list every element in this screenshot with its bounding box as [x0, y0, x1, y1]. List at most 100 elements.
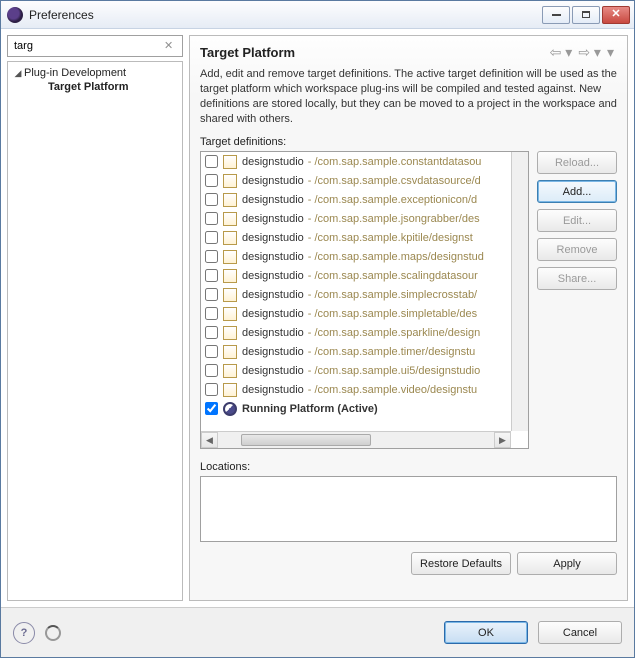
page-description: Add, edit and remove target definitions.…: [200, 67, 617, 126]
target-checkbox[interactable]: [205, 345, 218, 358]
target-path: - /com.sap.sample.ui5/designstudio: [308, 365, 480, 377]
scroll-thumb[interactable]: [241, 434, 371, 446]
target-name: Running Platform (Active): [242, 403, 378, 415]
target-checkbox[interactable]: [205, 174, 218, 187]
close-button[interactable]: ✕: [602, 6, 630, 24]
target-name: designstudio: [242, 308, 304, 320]
target-path: - /com.sap.sample.scalingdatasour: [308, 270, 478, 282]
maximize-button[interactable]: [572, 6, 600, 24]
target-path: - /com.sap.sample.simplecrosstab/: [308, 289, 477, 301]
content-panel: Target Platform ⇦ ▾ ⇨ ▾ ▾ Add, edit and …: [189, 35, 628, 601]
target-path: - /com.sap.sample.sparkline/design: [308, 327, 480, 339]
target-checkbox[interactable]: [205, 288, 218, 301]
target-definition-row[interactable]: designstudio - /com.sap.sample.simpletab…: [201, 304, 511, 323]
locations-box: [200, 476, 617, 542]
add-button[interactable]: Add...: [537, 180, 617, 203]
page-title: Target Platform: [200, 45, 547, 60]
target-checkbox[interactable]: [205, 364, 218, 377]
horizontal-scrollbar[interactable]: ◀ ▶: [201, 431, 511, 448]
target-checkbox[interactable]: [205, 269, 218, 282]
target-definition-row[interactable]: designstudio - /com.sap.sample.maps/desi…: [201, 247, 511, 266]
target-name: designstudio: [242, 232, 304, 244]
target-file-icon: [222, 382, 238, 398]
target-path: - /com.sap.sample.exceptionicon/d: [308, 194, 477, 206]
tree-item-label: Target Platform: [48, 81, 128, 93]
target-name: designstudio: [242, 270, 304, 282]
filter-input[interactable]: [12, 39, 164, 53]
target-name: designstudio: [242, 327, 304, 339]
reload-button[interactable]: Reload...: [537, 151, 617, 174]
locations-label: Locations:: [200, 461, 617, 473]
target-name: designstudio: [242, 213, 304, 225]
target-file-icon: [222, 230, 238, 246]
filter-search[interactable]: ✕: [7, 35, 183, 57]
target-definition-row[interactable]: designstudio - /com.sap.sample.constantd…: [201, 152, 511, 171]
expand-icon[interactable]: ◢: [12, 68, 24, 79]
target-definition-row[interactable]: Running Platform (Active): [201, 399, 511, 418]
target-file-icon: [222, 363, 238, 379]
edit-button[interactable]: Edit...: [537, 209, 617, 232]
vertical-scrollbar[interactable]: [511, 152, 528, 431]
nav-panel: ✕ ◢ Plug-in Development Target Platform: [7, 35, 183, 601]
cancel-button[interactable]: Cancel: [538, 621, 622, 644]
target-checkbox[interactable]: [205, 231, 218, 244]
help-icon[interactable]: ?: [13, 622, 35, 644]
target-definition-row[interactable]: designstudio - /com.sap.sample.ui5/desig…: [201, 361, 511, 380]
back-icon[interactable]: ⇦ ▾: [547, 44, 576, 61]
target-checkbox[interactable]: [205, 326, 218, 339]
target-path: - /com.sap.sample.kpitile/designst: [308, 232, 473, 244]
scroll-right-icon[interactable]: ▶: [494, 432, 511, 448]
target-file-icon: [222, 192, 238, 208]
target-path: - /com.sap.sample.csvdatasource/d: [308, 175, 481, 187]
target-checkbox[interactable]: [205, 402, 218, 415]
target-definition-row[interactable]: designstudio - /com.sap.sample.video/des…: [201, 380, 511, 399]
menu-icon[interactable]: ▾: [604, 44, 617, 61]
target-file-icon: [222, 306, 238, 322]
target-checkbox[interactable]: [205, 307, 218, 320]
target-definition-row[interactable]: designstudio - /com.sap.sample.timer/des…: [201, 342, 511, 361]
target-path: - /com.sap.sample.maps/designstud: [308, 251, 484, 263]
target-name: designstudio: [242, 175, 304, 187]
target-definitions-list[interactable]: designstudio - /com.sap.sample.constantd…: [200, 151, 529, 449]
apply-button[interactable]: Apply: [517, 552, 617, 575]
target-definition-row[interactable]: designstudio - /com.sap.sample.simplecro…: [201, 285, 511, 304]
target-definitions-label: Target definitions:: [200, 136, 617, 148]
tree-item-plugin-dev[interactable]: ◢ Plug-in Development: [10, 66, 180, 80]
ok-button[interactable]: OK: [444, 621, 528, 644]
target-checkbox[interactable]: [205, 250, 218, 263]
target-file-icon: [222, 325, 238, 341]
target-file-icon: [222, 249, 238, 265]
target-name: designstudio: [242, 289, 304, 301]
target-definition-row[interactable]: designstudio - /com.sap.sample.scalingda…: [201, 266, 511, 285]
restore-defaults-button[interactable]: Restore Defaults: [411, 552, 511, 575]
target-path: - /com.sap.sample.jsongrabber/des: [308, 213, 480, 225]
target-checkbox[interactable]: [205, 155, 218, 168]
target-definition-row[interactable]: designstudio - /com.sap.sample.kpitile/d…: [201, 228, 511, 247]
target-file-icon: [222, 268, 238, 284]
target-name: designstudio: [242, 384, 304, 396]
target-path: - /com.sap.sample.simpletable/des: [308, 308, 477, 320]
minimize-button[interactable]: [542, 6, 570, 24]
clear-icon[interactable]: ✕: [164, 39, 178, 53]
target-name: designstudio: [242, 156, 304, 168]
target-definition-row[interactable]: designstudio - /com.sap.sample.csvdataso…: [201, 171, 511, 190]
target-file-icon: [222, 344, 238, 360]
preference-tree[interactable]: ◢ Plug-in Development Target Platform: [7, 61, 183, 601]
target-definition-row[interactable]: designstudio - /com.sap.sample.sparkline…: [201, 323, 511, 342]
target-definition-row[interactable]: designstudio - /com.sap.sample.exception…: [201, 190, 511, 209]
eclipse-icon: [7, 7, 23, 23]
platform-icon: [222, 401, 238, 417]
dialog-footer: ? OK Cancel: [1, 607, 634, 657]
target-file-icon: [222, 154, 238, 170]
share-button[interactable]: Share...: [537, 267, 617, 290]
target-checkbox[interactable]: [205, 212, 218, 225]
target-path: - /com.sap.sample.constantdatasou: [308, 156, 482, 168]
tree-item-target-platform[interactable]: Target Platform: [10, 80, 180, 94]
forward-icon[interactable]: ⇨ ▾: [575, 44, 604, 61]
target-path: - /com.sap.sample.timer/designstu: [308, 346, 476, 358]
target-checkbox[interactable]: [205, 193, 218, 206]
target-definition-row[interactable]: designstudio - /com.sap.sample.jsongrabb…: [201, 209, 511, 228]
target-checkbox[interactable]: [205, 383, 218, 396]
scroll-left-icon[interactable]: ◀: [201, 432, 218, 448]
remove-button[interactable]: Remove: [537, 238, 617, 261]
